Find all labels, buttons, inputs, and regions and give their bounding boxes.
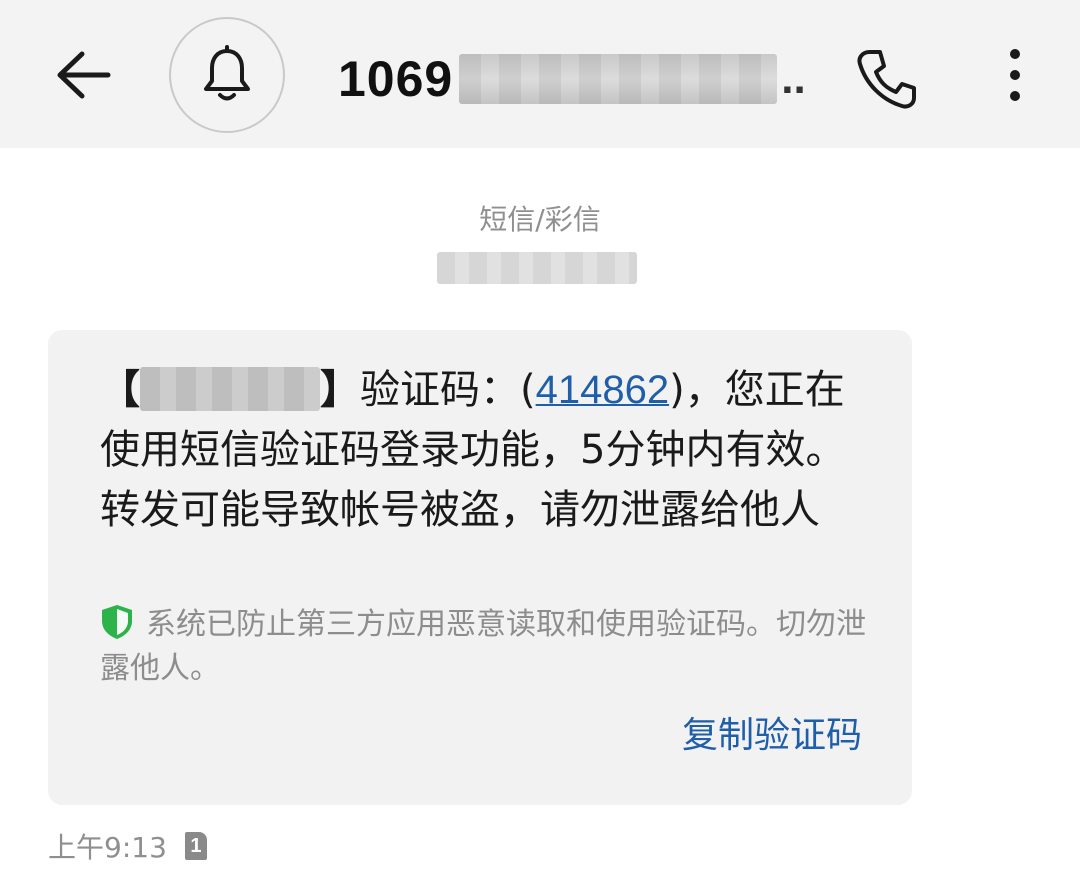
bracket-close: 】 [320, 367, 360, 413]
notification-toggle-button[interactable] [169, 17, 285, 133]
more-options-button[interactable] [995, 44, 1035, 114]
redacted-sender-name [140, 367, 320, 411]
arrow-left-icon [57, 51, 111, 99]
message-text: 【】验证码：(414862)，您正在使用短信验证码登录功能，5分钟内有效。转发可… [100, 360, 880, 540]
security-note: 系统已防止第三方应用恶意读取和使用验证码。切勿泄露他人。 [100, 603, 890, 691]
shield-check-icon [102, 605, 132, 639]
bracket-open: 【 [100, 367, 140, 413]
message-type-label: 短信/彩信 [479, 203, 601, 236]
code-label: 验证码：( [360, 367, 536, 413]
copy-code-button[interactable]: 复制验证码 [682, 706, 862, 758]
phone-icon [857, 50, 916, 109]
sender-number-ellipsis: .. [781, 54, 806, 103]
bell-icon [204, 45, 250, 101]
back-button[interactable] [48, 40, 118, 110]
verification-code-link[interactable]: 414862 [536, 368, 669, 412]
message-time: 上午9:13 [48, 831, 167, 864]
message-timestamp: 上午9:13 1 [48, 826, 207, 866]
top-app-bar: 1069 .. [0, 0, 1080, 148]
redacted-sender-number [459, 54, 778, 104]
sender-number: 1069 .. [338, 44, 806, 114]
sender-number-text: 1069 [338, 51, 454, 107]
redacted-date [437, 252, 637, 284]
security-note-text: 系统已防止第三方应用恶意读取和使用验证码。切勿泄露他人。 [100, 607, 866, 686]
more-vertical-icon [1010, 49, 1020, 101]
sim-card-icon: 1 [184, 832, 207, 860]
call-button[interactable] [852, 44, 922, 114]
